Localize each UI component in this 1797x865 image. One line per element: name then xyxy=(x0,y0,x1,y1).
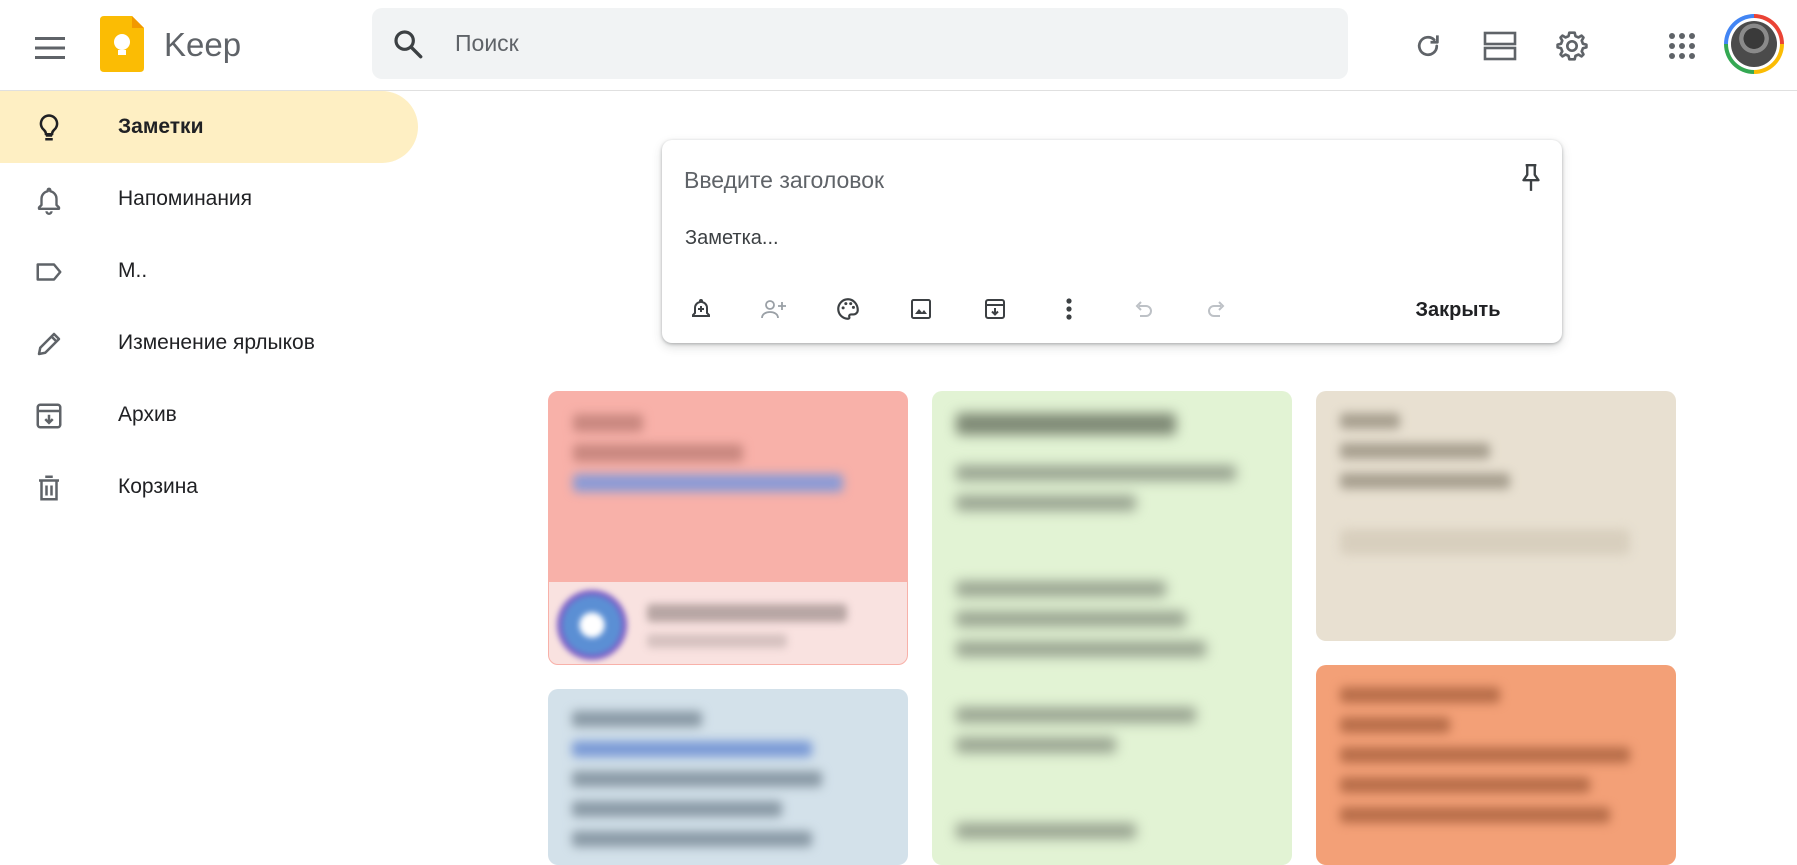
more-options-button[interactable] xyxy=(1048,288,1090,330)
note-body-input[interactable] xyxy=(685,220,1505,256)
note-card[interactable] xyxy=(932,391,1292,865)
sidebar-item-label-m[interactable]: М.. xyxy=(0,235,418,307)
note-content xyxy=(1316,391,1676,577)
sidebar: Заметки Напоминания М.. Изменение ярлыко… xyxy=(0,91,420,523)
sidebar-item-label: Заметки xyxy=(118,115,204,138)
archive-icon xyxy=(985,299,1005,319)
refresh-icon xyxy=(1417,35,1439,57)
collaborator-button[interactable] xyxy=(753,288,795,330)
sidebar-item-notes[interactable]: Заметки xyxy=(0,91,418,163)
note-content xyxy=(548,689,908,865)
list-view-button[interactable] xyxy=(1472,18,1528,74)
settings-icon xyxy=(1556,31,1588,61)
google-apps-button[interactable] xyxy=(1654,18,1710,74)
label-icon xyxy=(36,263,62,281)
menu-icon xyxy=(35,37,65,59)
pin-icon xyxy=(1522,163,1540,191)
add-image-button[interactable] xyxy=(900,288,942,330)
sidebar-item-trash[interactable]: Корзина xyxy=(0,451,418,523)
note-content xyxy=(932,391,1292,861)
account-avatar[interactable] xyxy=(1724,14,1784,74)
note-content xyxy=(549,392,907,514)
search-bar[interactable] xyxy=(372,8,1348,79)
sidebar-item-label: М.. xyxy=(118,259,148,282)
close-button[interactable]: Закрыть xyxy=(1398,290,1518,330)
palette-icon xyxy=(837,298,859,320)
refresh-button[interactable] xyxy=(1400,18,1456,74)
sidebar-item-label: Корзина xyxy=(118,475,198,498)
keep-logo[interactable] xyxy=(100,16,144,72)
bell-icon xyxy=(37,187,61,215)
apps-grid-icon xyxy=(1669,33,1695,59)
note-card[interactable] xyxy=(548,689,908,865)
sidebar-item-reminders[interactable]: Напоминания xyxy=(0,163,418,235)
image-icon xyxy=(911,299,931,319)
sidebar-item-archive[interactable]: Архив xyxy=(0,379,418,451)
undo-icon xyxy=(1135,301,1152,317)
note-card[interactable] xyxy=(548,391,908,665)
redo-icon xyxy=(1208,301,1225,317)
note-title-input[interactable] xyxy=(684,160,1464,200)
more-icon xyxy=(1066,298,1072,320)
sidebar-item-label: Напоминания xyxy=(118,187,253,210)
archive-icon xyxy=(36,403,62,429)
app-title[interactable]: Keep xyxy=(164,26,241,64)
sidebar-item-label: Архив xyxy=(118,403,177,426)
archive-button[interactable] xyxy=(974,288,1016,330)
sidebar-item-label: Изменение ярлыков xyxy=(118,331,315,354)
pencil-icon xyxy=(37,332,61,356)
pin-button[interactable] xyxy=(1507,154,1555,202)
add-reminder-icon xyxy=(692,298,710,317)
link-preview[interactable] xyxy=(549,582,907,664)
redo-button[interactable] xyxy=(1196,288,1238,330)
note-content xyxy=(1316,665,1676,845)
settings-button[interactable] xyxy=(1544,18,1600,74)
app-header: Keep xyxy=(0,0,1797,91)
collaborator-icon xyxy=(761,300,786,319)
main-menu-button[interactable] xyxy=(20,18,80,78)
lightbulb-icon xyxy=(39,114,59,141)
list-view-icon xyxy=(1483,31,1517,61)
search-icon[interactable] xyxy=(392,28,424,60)
search-input[interactable] xyxy=(455,8,1315,79)
undo-button[interactable] xyxy=(1122,288,1164,330)
note-card[interactable] xyxy=(1316,665,1676,865)
avatar-image xyxy=(1731,21,1777,67)
note-card[interactable] xyxy=(1316,391,1676,641)
background-options-button[interactable] xyxy=(827,288,869,330)
trash-icon xyxy=(39,475,59,501)
link-preview-image xyxy=(557,590,627,660)
add-reminder-button[interactable] xyxy=(680,288,722,330)
sidebar-item-edit-labels[interactable]: Изменение ярлыков xyxy=(0,307,418,379)
